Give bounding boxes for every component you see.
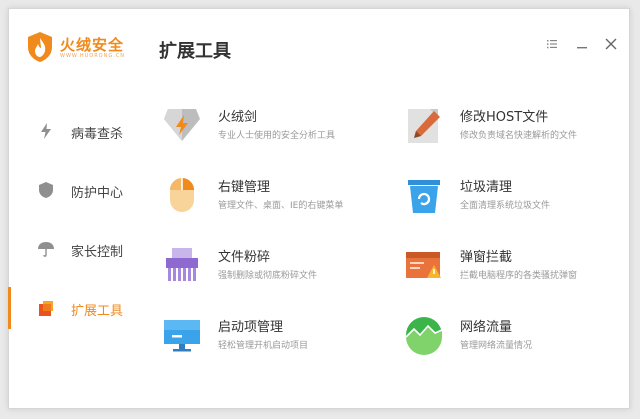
sidebar-item-virus-scan[interactable]: 病毒查杀: [9, 110, 149, 152]
menu-button[interactable]: [541, 33, 563, 55]
tool-file-shredder[interactable]: 文件粉碎 强制删除或彻底粉碎文件: [162, 239, 382, 293]
tool-description: 轻松管理开机启动项目: [218, 341, 309, 351]
minimize-icon: [577, 47, 587, 49]
tool-name: 火绒剑: [218, 110, 258, 125]
flame-shield-icon: [28, 32, 52, 62]
tool-name: 右键管理: [218, 180, 271, 195]
menu-icon: [547, 40, 557, 49]
tool-description: 拦截电脑程序的各类骚扰弹窗: [460, 271, 578, 281]
trash-can-icon: [408, 180, 440, 213]
tool-description: 管理文件、桌面、IE的右键菜单: [218, 201, 344, 211]
tool-edit-hosts[interactable]: 修改HOST文件 修改负责域名快速解析的文件: [404, 99, 624, 153]
tool-name: 弹窗拦截: [460, 250, 513, 265]
monitor-icon: [164, 320, 200, 352]
shield-icon: [39, 182, 53, 198]
sidebar-item-extensions[interactable]: 扩展工具: [8, 287, 149, 329]
mouse-icon: [170, 178, 194, 212]
tool-network-traffic[interactable]: 网络流量 管理网络流量情况: [404, 309, 624, 363]
popup-block-icon: [406, 252, 441, 278]
sword-shield-icon: [164, 109, 200, 141]
tool-startup-manager[interactable]: 启动项管理 轻松管理开机启动项目: [162, 309, 382, 363]
minimize-button[interactable]: [571, 33, 593, 55]
active-indicator: [8, 287, 11, 329]
tool-description: 专业人士使用的安全分析工具: [218, 131, 336, 141]
tool-huorong-sword[interactable]: 火绒剑 专业人士使用的安全分析工具: [162, 99, 382, 153]
sidebar-item-protection[interactable]: 防护中心: [9, 169, 149, 211]
toolbox-icon: [39, 301, 53, 316]
tool-name: 启动项管理: [218, 320, 284, 335]
tool-popup-block[interactable]: 弹窗拦截 拦截电脑程序的各类骚扰弹窗: [404, 239, 624, 293]
brand-name: 火绒安全: [60, 36, 125, 54]
tool-junk-clean[interactable]: 垃圾清理 全面清理系统垃圾文件: [404, 169, 624, 223]
lightning-icon: [41, 123, 51, 139]
tool-context-menu[interactable]: 右键管理 管理文件、桌面、IE的右键菜单: [162, 169, 382, 223]
brand-url: WWW.HUORONG.CN: [60, 53, 126, 59]
network-chart-icon: [405, 317, 443, 355]
tool-name: 修改HOST文件: [460, 110, 549, 125]
page-title: 扩展工具: [159, 41, 231, 62]
sidebar-item-label: 病毒查杀: [71, 127, 124, 142]
sidebar-item-label: 防护中心: [71, 186, 124, 201]
tool-description: 管理网络流量情况: [460, 341, 533, 351]
tool-description: 强制删除或彻底粉碎文件: [218, 271, 318, 281]
close-button[interactable]: [600, 33, 622, 55]
sidebar-item-parental-control[interactable]: 家长控制: [9, 228, 149, 270]
close-icon: [605, 38, 617, 50]
tool-name: 文件粉碎: [218, 250, 271, 265]
tool-name: 垃圾清理: [460, 180, 513, 195]
sidebar-item-label: 扩展工具: [71, 304, 124, 319]
shredder-icon: [166, 248, 198, 281]
tool-name: 网络流量: [460, 320, 513, 335]
sidebar-item-label: 家长控制: [71, 245, 124, 260]
tool-description: 修改负责域名快速解析的文件: [460, 131, 578, 141]
edit-file-icon: [408, 109, 440, 143]
app-window: 火绒安全 WWW.HUORONG.CN 扩展工具 病毒查杀 防护中心 家长控制 …: [8, 8, 630, 409]
tool-description: 全面清理系统垃圾文件: [460, 201, 551, 211]
brand-logo: 火绒安全 WWW.HUORONG.CN: [27, 29, 137, 69]
umbrella-icon: [38, 242, 54, 257]
